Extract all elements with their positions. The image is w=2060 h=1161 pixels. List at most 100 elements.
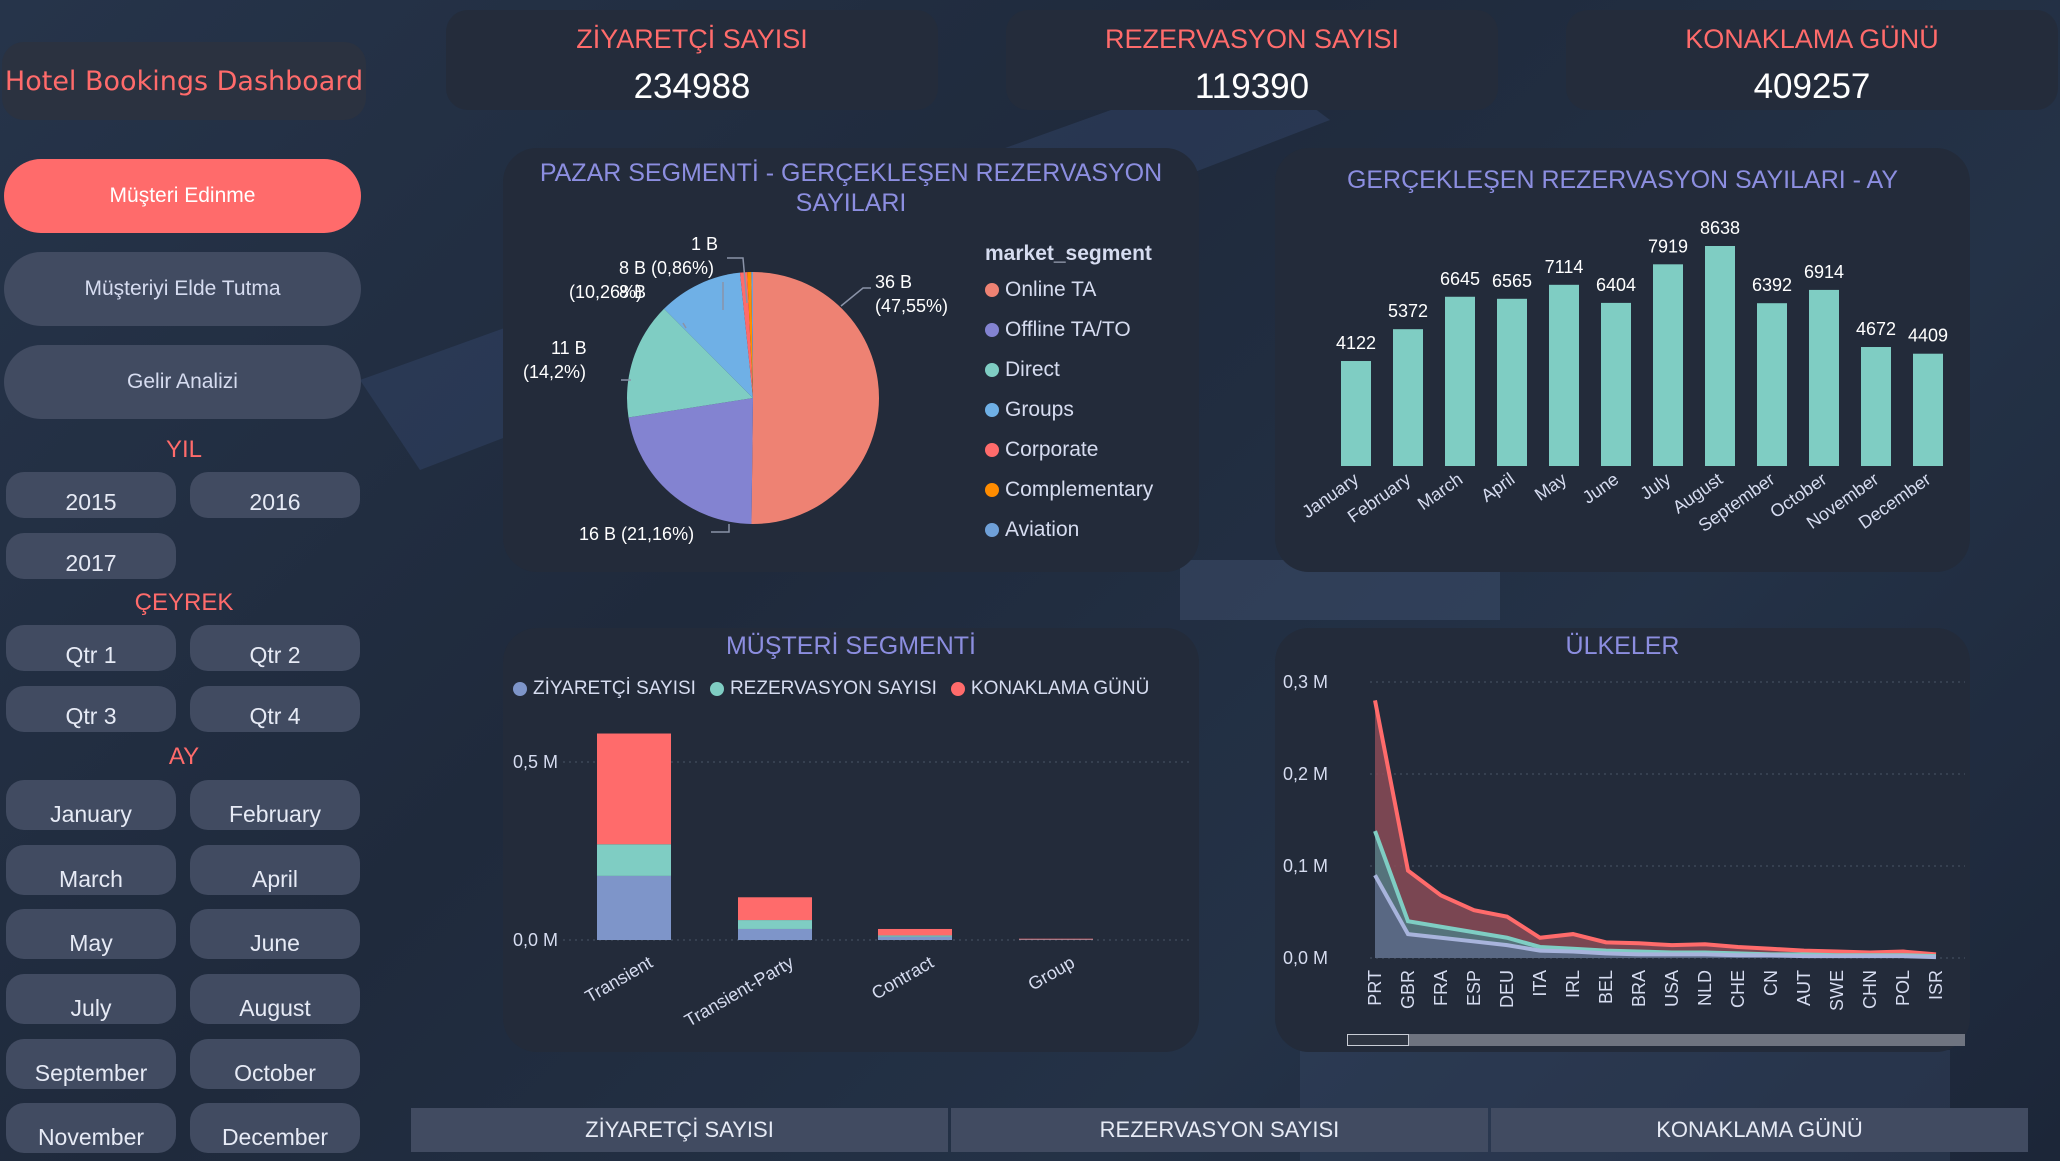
month-bar-value: 4672 (1856, 319, 1896, 339)
countries-axis-label: DEU (1497, 970, 1517, 1008)
countries-ytick: 0,2 M (1283, 764, 1328, 784)
month-bar-value: 4122 (1336, 333, 1376, 353)
month-bar[interactable] (1913, 353, 1943, 466)
month-bar[interactable] (1341, 361, 1371, 466)
pie-legend-item[interactable]: Aviation (985, 518, 1079, 542)
kpi-konaklama-card: KONAKLAMA GÜNÜ 409257 (1566, 10, 2058, 110)
quarter-4-button[interactable]: Qtr 4 (190, 686, 360, 732)
market-segment-pie-panel: PAZAR SEGMENTİ - GERÇEKLEŞEN REZERVASYON… (503, 148, 1199, 572)
year-2016-button[interactable]: 2016 (190, 472, 360, 518)
customer-bar-segment[interactable] (738, 897, 812, 921)
customer-axis-label: Transient (582, 952, 656, 1007)
countries-axis-label: SWE (1827, 970, 1847, 1011)
pie-legend-item[interactable]: Offline TA/TO (985, 318, 1131, 342)
pie-legend-label: Complementary (1005, 478, 1154, 501)
customer-bar-segment[interactable] (738, 920, 812, 929)
nav-musteriyi-elde-tutma-button[interactable]: Müşteriyi Elde Tutma (4, 252, 361, 326)
customer-bar-segment[interactable] (1019, 938, 1093, 940)
countries-axis-label: ESP (1464, 970, 1484, 1006)
countries-axis-label: CN (1761, 970, 1781, 996)
customer-chart-svg: 0,5 M 0,0 M Transient Transient-Party Contra… (513, 733, 1193, 1031)
quarter-3-button[interactable]: Qtr 3 (6, 686, 176, 732)
customer-bar-segment[interactable] (597, 844, 671, 876)
bottom-tab-ziyaretci[interactable]: ZİYARETÇİ SAYISI (411, 1108, 948, 1152)
customer-segment-panel: MÜŞTERİ SEGMENTİ ZİYARETÇİ SAYISI REZERV… (503, 628, 1199, 1052)
nav-musteri-edinme-button[interactable]: Müşteri Edinme (4, 159, 361, 233)
quarter-2-button[interactable]: Qtr 2 (190, 625, 360, 671)
month-january-button[interactable]: January (6, 780, 176, 830)
kpi-ziyaretci-card: ZİYARETÇİ SAYISI 234988 (446, 10, 938, 110)
kpi-rezervasyon-value: 119390 (1194, 67, 1310, 106)
customer-bar-segment[interactable] (597, 733, 671, 845)
bottom-tab-konaklama[interactable]: KONAKLAMA GÜNÜ (1491, 1108, 2028, 1152)
month-filter-title: AY (168, 743, 200, 770)
kpi-konaklama-label: KONAKLAMA GÜNÜ (1685, 24, 1939, 54)
countries-ytick: 0,3 M (1283, 672, 1328, 692)
month-bar[interactable] (1757, 303, 1787, 466)
pie-leader-offline (711, 524, 730, 533)
month-july-button[interactable]: July (6, 974, 176, 1024)
year-2015-button[interactable]: 2015 (6, 472, 176, 518)
month-axis-label: April (1477, 469, 1518, 506)
monthly-bookings-panel: GERÇEKLEŞEN REZERVASYON SAYILARI - AY 41… (1275, 148, 1970, 572)
month-march-button[interactable]: March (6, 845, 176, 895)
pie-legend-item[interactable]: Groups (985, 398, 1074, 422)
month-august-button[interactable]: August (190, 974, 360, 1024)
month-bar[interactable] (1653, 264, 1683, 466)
year-2017-button[interactable]: 2017 (6, 533, 176, 579)
pie-legend-item[interactable]: Corporate (985, 438, 1098, 462)
quarter-filter-title: ÇEYREK (134, 589, 234, 616)
month-bar[interactable] (1809, 289, 1839, 466)
legend-dot (985, 443, 999, 457)
pie-label-corporate: 8 B (0,86%) (619, 258, 714, 278)
customer-bar-segment[interactable] (597, 875, 671, 940)
month-september-button[interactable]: September (6, 1039, 176, 1089)
month-bar[interactable] (1445, 296, 1475, 466)
pie-legend-item[interactable]: Direct (985, 358, 1060, 382)
customer-bar-segment[interactable] (878, 935, 952, 937)
month-bar[interactable] (1601, 302, 1631, 466)
countries-axis-label: IRL (1563, 970, 1583, 998)
month-bar[interactable] (1549, 284, 1579, 466)
month-may-button[interactable]: May (6, 909, 176, 959)
month-bar[interactable] (1705, 246, 1735, 466)
month-bar-value: 6392 (1752, 275, 1792, 295)
countries-axis-label: BEL (1596, 970, 1616, 1004)
customer-bar-segment[interactable] (878, 936, 952, 940)
countries-axis-label: CHN (1860, 970, 1880, 1009)
customer-bar-segment[interactable] (738, 928, 812, 940)
month-bar-value: 8638 (1700, 218, 1740, 238)
countries-scrollbar-track[interactable] (1347, 1034, 1965, 1046)
month-axis-label: March (1414, 469, 1466, 514)
month-december-button[interactable]: December (190, 1103, 360, 1153)
month-february-button[interactable]: February (190, 780, 360, 830)
pie-slice-online-ta[interactable] (751, 272, 880, 524)
legend-dot (985, 523, 999, 537)
pie-slice-offline-ta-to[interactable] (628, 398, 753, 524)
pie-legend-item[interactable]: Complementary (985, 478, 1153, 502)
countries-axis-label: FRA (1431, 970, 1451, 1006)
month-bar[interactable] (1393, 329, 1423, 466)
month-october-button[interactable]: October (190, 1039, 360, 1089)
countries-scrollbar-thumb[interactable] (1347, 1034, 1409, 1046)
countries-axis-label: GBR (1398, 970, 1418, 1009)
month-june-button[interactable]: June (190, 909, 360, 959)
countries-axis-label: ISR (1926, 970, 1946, 1000)
kpi-rezervasyon-label: REZERVASYON SAYISI (1104, 24, 1400, 54)
bottom-tab-rezervasyon[interactable]: REZERVASYON SAYISI (951, 1108, 1488, 1152)
month-bar[interactable] (1861, 347, 1891, 466)
month-bar[interactable] (1497, 298, 1527, 466)
quarter-1-button[interactable]: Qtr 1 (6, 625, 176, 671)
pie-legend-item[interactable]: Online TA (985, 278, 1096, 302)
countries-ytick: 0,1 M (1283, 856, 1328, 876)
pie-label-direct-pct: (14,2%) (523, 362, 586, 382)
kpi-ziyaretci-label: ZİYARETÇİ SAYISI (576, 24, 808, 54)
month-april-button[interactable]: April (190, 845, 360, 895)
month-axis-label: May (1531, 469, 1570, 505)
month-november-button[interactable]: November (6, 1103, 176, 1153)
customer-bar-segment[interactable] (878, 928, 952, 936)
nav-gelir-analizi-button[interactable]: Gelir Analizi (4, 345, 361, 419)
legend-dot (985, 283, 999, 297)
countries-ytick: 0,0 M (1283, 948, 1328, 968)
countries-panel: ÜLKELER 0,3 M 0,2 M 0,1 M 0,0 M PRT GBR FRA ESP… (1275, 628, 1970, 1052)
